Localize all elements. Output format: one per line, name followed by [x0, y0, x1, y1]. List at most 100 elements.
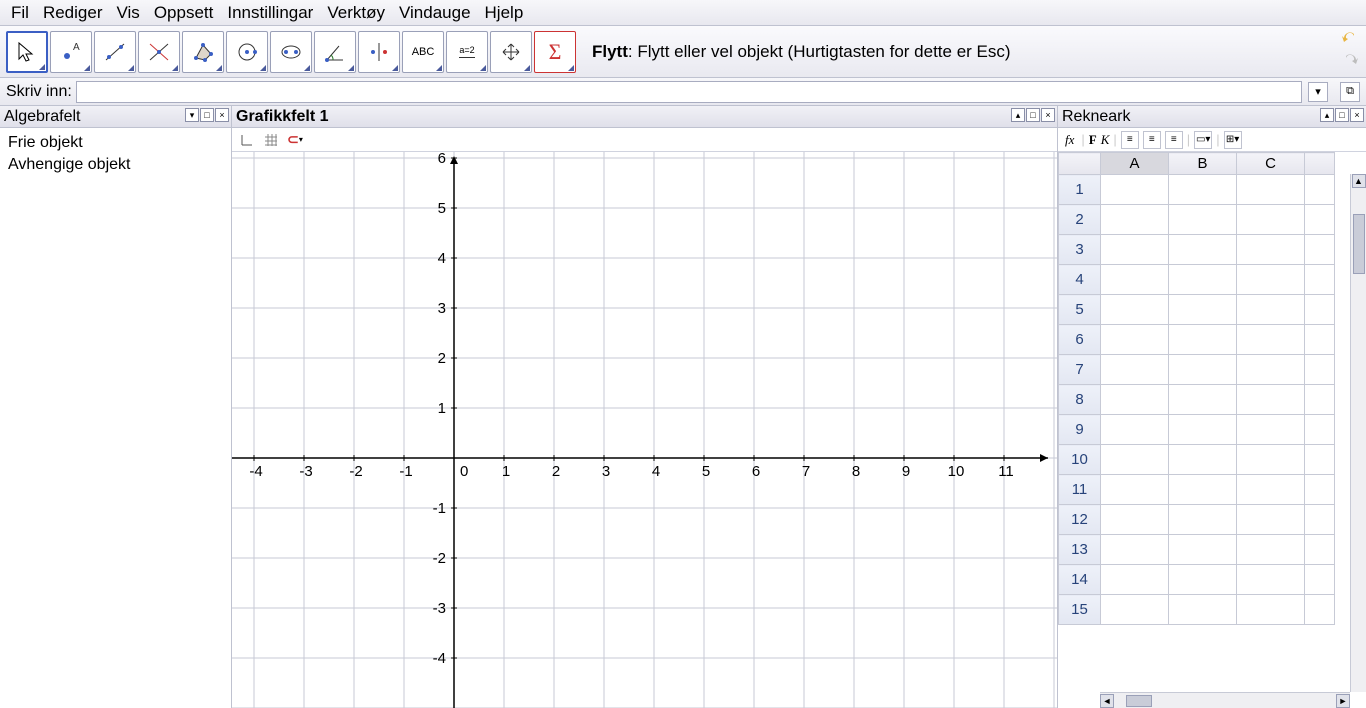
cell-C3[interactable]: [1237, 235, 1305, 265]
cell-B12[interactable]: [1169, 505, 1237, 535]
align-right-button[interactable]: ≡: [1165, 131, 1183, 149]
fx-label[interactable]: fx: [1062, 132, 1077, 148]
row-header-6[interactable]: 6: [1059, 325, 1101, 355]
cell-A15[interactable]: [1101, 595, 1169, 625]
tool-angle[interactable]: [314, 31, 356, 73]
menu-oppsett[interactable]: Oppsett: [147, 3, 221, 23]
menu-innstillingar[interactable]: Innstillingar: [220, 3, 320, 23]
spreadsheet-window[interactable]: □: [1335, 108, 1349, 122]
cell-C8[interactable]: [1237, 385, 1305, 415]
cell-B4[interactable]: [1169, 265, 1237, 295]
tool-polygon[interactable]: [182, 31, 224, 73]
graphics-canvas[interactable]: -4-3-2-101234567891011654321-1-2-3-4: [232, 152, 1057, 708]
algebra-free[interactable]: Frie objekt: [8, 134, 223, 152]
cell-A7[interactable]: [1101, 355, 1169, 385]
tool-perpendicular[interactable]: [138, 31, 180, 73]
cell-C9[interactable]: [1237, 415, 1305, 445]
graphics-close[interactable]: ×: [1041, 108, 1055, 122]
algebra-toggle[interactable]: ▾: [185, 108, 199, 122]
algebra-window[interactable]: □: [200, 108, 214, 122]
row-header-15[interactable]: 15: [1059, 595, 1101, 625]
row-header-7[interactable]: 7: [1059, 355, 1101, 385]
grid-toggle[interactable]: [262, 131, 280, 149]
cell-A9[interactable]: [1101, 415, 1169, 445]
cell-B5[interactable]: [1169, 295, 1237, 325]
cell-A5[interactable]: [1101, 295, 1169, 325]
spreadsheet-hscroll[interactable]: ◄ ►: [1100, 692, 1350, 708]
cell-C1[interactable]: [1237, 175, 1305, 205]
menu-vis[interactable]: Vis: [110, 3, 147, 23]
menu-hjelp[interactable]: Hjelp: [478, 3, 531, 23]
cell-C5[interactable]: [1237, 295, 1305, 325]
col-header-C[interactable]: C: [1237, 153, 1305, 175]
bg-color-button[interactable]: ▭▾: [1194, 131, 1212, 149]
cell-C4[interactable]: [1237, 265, 1305, 295]
cell-A10[interactable]: [1101, 445, 1169, 475]
cell-A11[interactable]: [1101, 475, 1169, 505]
tool-point[interactable]: A: [50, 31, 92, 73]
menu-rediger[interactable]: Rediger: [36, 3, 110, 23]
graphics-toggle[interactable]: ▴: [1011, 108, 1025, 122]
input-history-dropdown[interactable]: ▾: [1308, 82, 1328, 102]
align-center-button[interactable]: ≡: [1143, 131, 1161, 149]
cell-C12[interactable]: [1237, 505, 1305, 535]
bold-button[interactable]: F: [1089, 132, 1097, 148]
tool-slider[interactable]: a=2: [446, 31, 488, 73]
cell-A13[interactable]: [1101, 535, 1169, 565]
cell-B10[interactable]: [1169, 445, 1237, 475]
italic-button[interactable]: K: [1101, 132, 1110, 148]
tool-sum[interactable]: Σ: [534, 31, 576, 73]
cell-A4[interactable]: [1101, 265, 1169, 295]
cell-B13[interactable]: [1169, 535, 1237, 565]
row-header-14[interactable]: 14: [1059, 565, 1101, 595]
spreadsheet-table[interactable]: ABC123456789101112131415: [1058, 152, 1335, 625]
align-left-button[interactable]: ≡: [1121, 131, 1139, 149]
spreadsheet-close[interactable]: ×: [1350, 108, 1364, 122]
tool-circle[interactable]: [226, 31, 268, 73]
border-button[interactable]: ⊞▾: [1224, 131, 1242, 149]
row-header-12[interactable]: 12: [1059, 505, 1101, 535]
algebra-dependent[interactable]: Avhengige objekt: [8, 156, 223, 174]
vscroll-thumb[interactable]: [1353, 214, 1365, 274]
algebra-close[interactable]: ×: [215, 108, 229, 122]
cell-C2[interactable]: [1237, 205, 1305, 235]
cell-A14[interactable]: [1101, 565, 1169, 595]
command-input[interactable]: [76, 81, 1302, 103]
axes-toggle[interactable]: [238, 131, 256, 149]
cell-A1[interactable]: [1101, 175, 1169, 205]
cell-B9[interactable]: [1169, 415, 1237, 445]
scroll-right[interactable]: ►: [1336, 694, 1350, 708]
cell-B6[interactable]: [1169, 325, 1237, 355]
cell-B11[interactable]: [1169, 475, 1237, 505]
col-header-B[interactable]: B: [1169, 153, 1237, 175]
cell-C10[interactable]: [1237, 445, 1305, 475]
menu-vindauge[interactable]: Vindauge: [392, 3, 478, 23]
cell-A6[interactable]: [1101, 325, 1169, 355]
cell-B8[interactable]: [1169, 385, 1237, 415]
row-header-5[interactable]: 5: [1059, 295, 1101, 325]
row-header-10[interactable]: 10: [1059, 445, 1101, 475]
cell-C6[interactable]: [1237, 325, 1305, 355]
tool-move[interactable]: [6, 31, 48, 73]
row-header-9[interactable]: 9: [1059, 415, 1101, 445]
cell-C11[interactable]: [1237, 475, 1305, 505]
menu-verktoy[interactable]: Verktøy: [320, 3, 392, 23]
cell-C13[interactable]: [1237, 535, 1305, 565]
tool-text[interactable]: ABC: [402, 31, 444, 73]
cell-A8[interactable]: [1101, 385, 1169, 415]
cell-B1[interactable]: [1169, 175, 1237, 205]
cell-A3[interactable]: [1101, 235, 1169, 265]
row-header-2[interactable]: 2: [1059, 205, 1101, 235]
row-header-11[interactable]: 11: [1059, 475, 1101, 505]
spreadsheet-toggle[interactable]: ▴: [1320, 108, 1334, 122]
cell-B3[interactable]: [1169, 235, 1237, 265]
tool-line[interactable]: [94, 31, 136, 73]
snap-toggle[interactable]: ⊂▾: [286, 131, 304, 149]
tool-ellipse[interactable]: [270, 31, 312, 73]
cell-A2[interactable]: [1101, 205, 1169, 235]
cell-C15[interactable]: [1237, 595, 1305, 625]
col-header-A[interactable]: A: [1101, 153, 1169, 175]
row-header-4[interactable]: 4: [1059, 265, 1101, 295]
cell-B14[interactable]: [1169, 565, 1237, 595]
graphics-window[interactable]: □: [1026, 108, 1040, 122]
